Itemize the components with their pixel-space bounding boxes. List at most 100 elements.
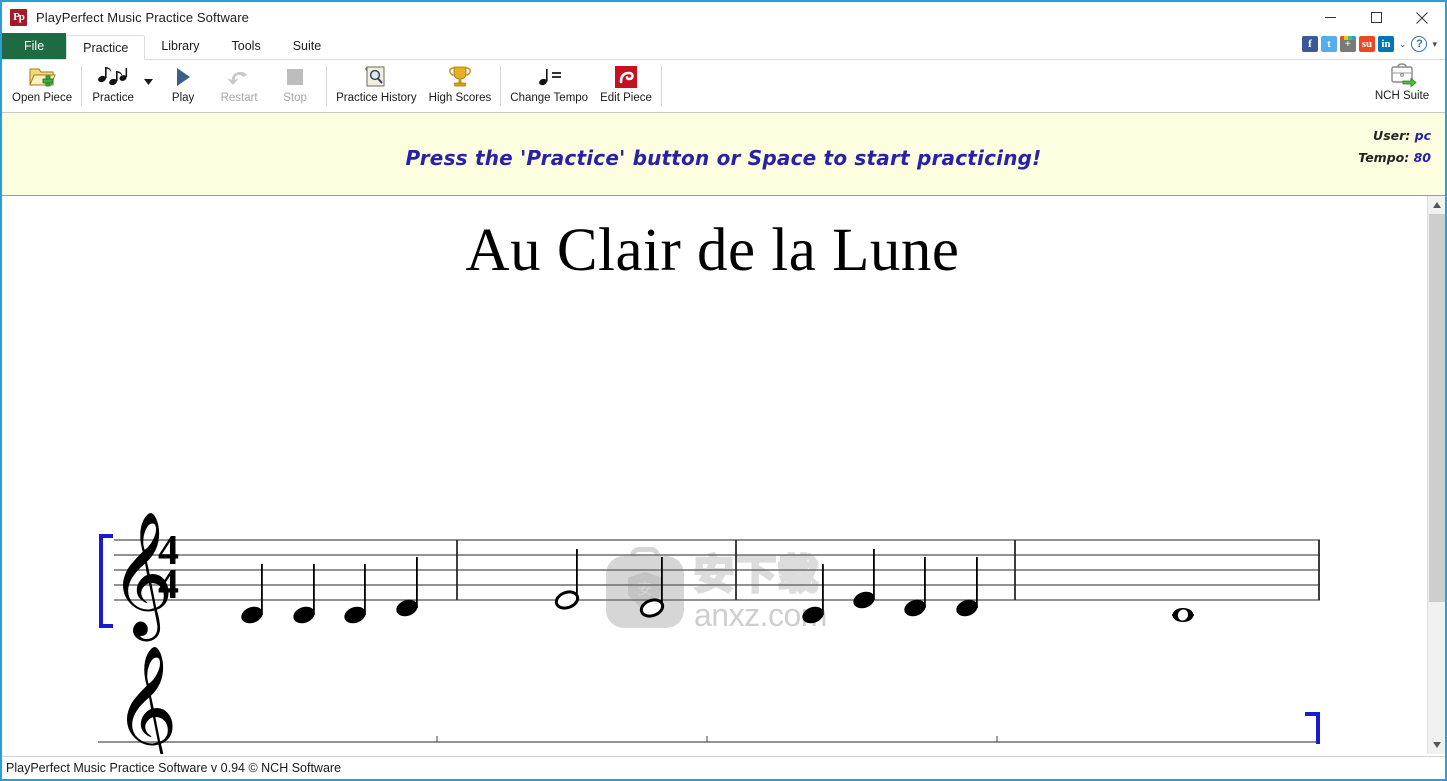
restart-button[interactable]: Restart bbox=[211, 61, 267, 111]
chevron-down-icon bbox=[1432, 742, 1441, 748]
note-c4-3 bbox=[344, 564, 366, 624]
note-d4-2 bbox=[904, 557, 926, 617]
practice-label: Practice bbox=[92, 92, 134, 104]
time-signature: 4 4 bbox=[158, 528, 179, 608]
play-triangle-icon bbox=[171, 64, 195, 90]
edit-piece-label: Edit Piece bbox=[600, 92, 652, 104]
maximize-button[interactable] bbox=[1353, 2, 1399, 33]
help-dropdown-icon[interactable]: ▾ bbox=[1430, 39, 1439, 50]
scroll-up-button[interactable] bbox=[1428, 196, 1445, 214]
note-d4-half bbox=[639, 557, 665, 618]
note-d4-1 bbox=[396, 557, 418, 617]
menu-tab-suite[interactable]: Suite bbox=[277, 34, 338, 59]
menu-tab-tools[interactable]: Tools bbox=[216, 34, 277, 59]
edit-piece-icon bbox=[614, 64, 638, 90]
chevron-up-icon bbox=[1432, 202, 1441, 208]
play-label: Play bbox=[171, 92, 195, 104]
minimize-icon bbox=[1324, 17, 1336, 18]
app-icon: Pp bbox=[10, 9, 27, 26]
status-bar: PlayPerfect Music Practice Software v 0.… bbox=[2, 756, 1445, 779]
time-signature-denominator: 4 bbox=[158, 562, 179, 608]
note-e4-half bbox=[554, 549, 580, 610]
close-button[interactable] bbox=[1399, 2, 1445, 33]
social-share-group: f t + su in ⌄ ? ▾ bbox=[1301, 36, 1439, 52]
close-icon bbox=[1416, 11, 1428, 24]
toolbar-separator bbox=[81, 66, 83, 106]
share-plus-icon[interactable]: + bbox=[1339, 36, 1356, 52]
barlines-2 bbox=[436, 736, 998, 742]
facebook-icon[interactable]: f bbox=[1301, 36, 1318, 52]
status-banner: Press the 'Practice' button or Space to … bbox=[2, 113, 1445, 196]
system-bracket-2 bbox=[1305, 712, 1320, 744]
note-c4-1 bbox=[241, 564, 263, 624]
measure-3 bbox=[802, 549, 978, 624]
tempo-info-row: Tempo: 80 bbox=[1358, 147, 1431, 169]
stop-label: Stop bbox=[283, 92, 307, 104]
maximize-icon bbox=[1370, 12, 1382, 23]
note-d4-3 bbox=[956, 557, 978, 617]
help-icon[interactable]: ? bbox=[1411, 36, 1428, 52]
edit-piece-button[interactable]: Edit Piece bbox=[594, 61, 658, 111]
music-notes-icon bbox=[97, 64, 129, 90]
chevron-down-icon[interactable]: ⌄ bbox=[1397, 39, 1409, 50]
trophy-icon bbox=[447, 64, 473, 90]
window-title: PlayPerfect Music Practice Software bbox=[36, 10, 250, 25]
vertical-scrollbar[interactable] bbox=[1427, 196, 1445, 754]
menu-tab-file[interactable]: File bbox=[2, 33, 67, 59]
note-c4-whole bbox=[1172, 608, 1194, 622]
app-icon-glyph: Pp bbox=[13, 11, 25, 23]
window-controls bbox=[1307, 2, 1445, 33]
undo-arrow-icon bbox=[226, 64, 252, 90]
scrollbar-thumb[interactable] bbox=[1429, 214, 1445, 602]
open-piece-label: Open Piece bbox=[12, 92, 73, 104]
svg-text:𝄞: 𝄞 bbox=[114, 645, 178, 754]
change-tempo-label: Change Tempo bbox=[510, 92, 589, 104]
stop-button[interactable]: Stop bbox=[267, 61, 323, 111]
scroll-magnifier-icon bbox=[363, 64, 389, 90]
play-button[interactable]: Play bbox=[155, 61, 211, 111]
status-bar-text: PlayPerfect Music Practice Software v 0.… bbox=[6, 761, 342, 775]
toolbar-separator bbox=[660, 66, 662, 106]
nch-suite-label: NCH Suite bbox=[1374, 90, 1430, 102]
high-scores-label: High Scores bbox=[428, 92, 492, 104]
tempo-value: 80 bbox=[1413, 150, 1431, 165]
menu-tab-practice[interactable]: Practice bbox=[66, 35, 146, 60]
minimize-button[interactable] bbox=[1307, 2, 1353, 33]
nch-suite-button[interactable]: NCH Suite bbox=[1367, 62, 1437, 102]
briefcase-icon bbox=[1387, 62, 1417, 88]
change-tempo-button[interactable]: Change Tempo bbox=[504, 61, 594, 111]
scroll-down-button[interactable] bbox=[1428, 736, 1445, 754]
practice-button[interactable]: Practice bbox=[85, 61, 141, 111]
practice-history-button[interactable]: Practice History bbox=[330, 61, 423, 111]
linkedin-icon[interactable]: in bbox=[1377, 36, 1394, 52]
staff-lines bbox=[114, 539, 1320, 601]
note-c4-4 bbox=[802, 564, 824, 624]
menu-bar: File Practice Library Tools Suite f t + … bbox=[2, 33, 1445, 60]
staff-system-1: 𝄞 4 4 bbox=[99, 511, 1320, 641]
menu-tab-library[interactable]: Library bbox=[145, 34, 215, 59]
high-scores-button[interactable]: High Scores bbox=[423, 61, 498, 111]
toolbar-separator bbox=[326, 66, 328, 106]
measure-1 bbox=[241, 557, 418, 624]
open-piece-button[interactable]: Open Piece bbox=[6, 61, 78, 111]
user-value: pc bbox=[1414, 128, 1431, 143]
toolbar-separator bbox=[500, 66, 502, 106]
main-toolbar: Open Piece Practice Play Restart Stop Pr… bbox=[2, 60, 1445, 113]
measure-2 bbox=[554, 549, 665, 618]
tempo-label: Tempo: bbox=[1358, 150, 1410, 165]
user-info-row: User: pc bbox=[1358, 125, 1431, 147]
staff-system-2: 𝄞 bbox=[98, 645, 1320, 754]
twitter-icon[interactable]: t bbox=[1320, 36, 1337, 52]
user-label: User: bbox=[1373, 128, 1411, 143]
restart-label: Restart bbox=[220, 92, 258, 104]
measure-4 bbox=[1172, 608, 1194, 622]
note-e4-1 bbox=[853, 549, 875, 609]
treble-clef-icon-2: 𝄞 bbox=[114, 645, 178, 754]
music-staff-system: 𝄞 4 4 𝄞 bbox=[98, 511, 1320, 754]
open-folder-icon bbox=[28, 64, 56, 90]
practice-dropdown-icon[interactable] bbox=[141, 61, 155, 111]
metronome-note-icon bbox=[534, 64, 564, 90]
session-info: User: pc Tempo: 80 bbox=[1358, 125, 1431, 169]
stumbleupon-icon[interactable]: su bbox=[1358, 36, 1375, 52]
score-canvas[interactable]: Au Clair de la Lune 安 安下载 anxz.com 𝄞 4 4… bbox=[2, 196, 1445, 754]
